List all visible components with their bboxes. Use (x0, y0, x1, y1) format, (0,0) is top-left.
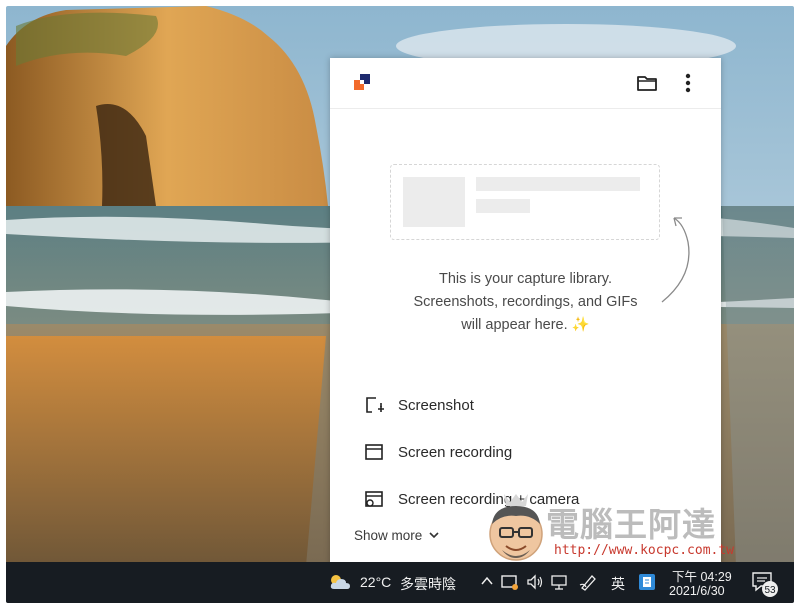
network-icon[interactable] (550, 573, 570, 591)
screen-recording-camera-button[interactable]: Screen recording + camera (364, 484, 684, 514)
empty-line-1: This is your capture library. (439, 271, 612, 287)
screen-recording-label: Screen recording (398, 443, 513, 461)
chevron-up-icon[interactable] (480, 573, 494, 589)
clock-date[interactable]: 2021/6/30 (669, 584, 725, 598)
screenshot-button[interactable]: Screenshot (364, 390, 684, 420)
weather-description[interactable]: 多雲時陰 (400, 574, 456, 594)
clipboard-app-icon[interactable] (638, 573, 656, 591)
clock-time[interactable]: 下午 04:29 (672, 566, 732, 585)
taskbar: 22°C 多雲時陰 英 下午 04:29 2021/6/30 53 (6, 562, 794, 603)
chevron-down-icon (429, 532, 439, 539)
volume-icon[interactable] (526, 573, 544, 591)
more-options-icon[interactable] (678, 70, 698, 96)
capture-library-panel: This is your capture library. Screenshot… (330, 58, 721, 568)
folder-icon[interactable] (636, 72, 658, 94)
pen-icon[interactable] (578, 573, 598, 591)
desktop-screen: This is your capture library. Screenshot… (6, 6, 794, 603)
screen-camera-icon (365, 491, 383, 507)
cloudy-weather-icon[interactable] (328, 572, 352, 592)
screenshot-label: Screenshot (398, 396, 474, 414)
show-more-button[interactable]: Show more (354, 524, 440, 546)
empty-capture-placeholder (390, 164, 660, 240)
input-method-indicator[interactable]: 英 (611, 574, 625, 594)
empty-state-message: This is your capture library. Screenshot… (330, 268, 721, 337)
app-logo-icon (354, 74, 370, 90)
sparkle-icon: ✨ (571, 317, 590, 333)
weather-temperature[interactable]: 22°C (360, 574, 391, 590)
notification-count: 53 (764, 585, 776, 596)
empty-line-2: Screenshots, recordings, and GIFs (413, 294, 638, 310)
app-tray-icon[interactable] (500, 573, 520, 591)
show-more-label: Show more (354, 527, 423, 543)
notification-center-icon[interactable]: 53 (750, 570, 780, 598)
empty-line-3: will appear here. (461, 317, 568, 333)
screen-recording-camera-label: Screen recording + camera (398, 490, 580, 508)
screenshot-icon (366, 397, 384, 413)
screen-recording-icon (365, 444, 383, 460)
screen-recording-button[interactable]: Screen recording (364, 437, 684, 467)
panel-header (330, 58, 721, 109)
